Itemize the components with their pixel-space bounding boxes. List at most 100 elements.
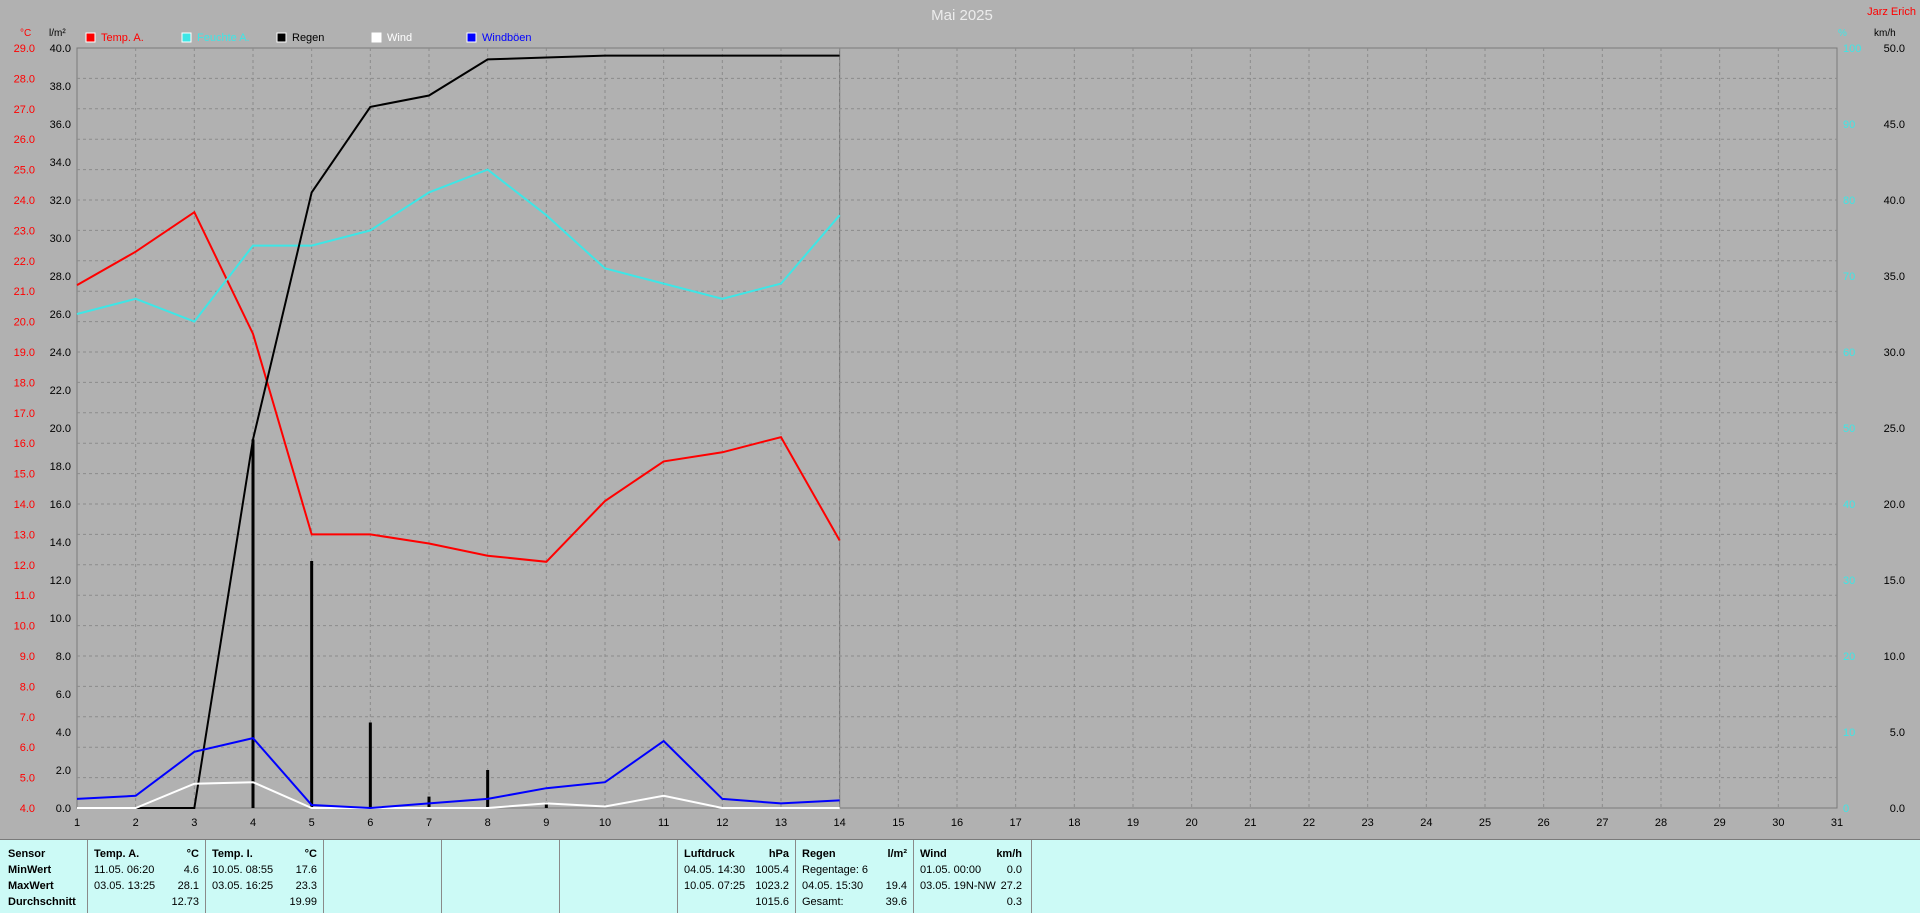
stats-wind-col: Wind km/h 01.05. 00:00 0.0 03.05. 19N-NW…	[914, 840, 1032, 913]
x-tick-label: 9	[543, 817, 549, 829]
x-tick-label: 14	[834, 817, 846, 829]
stats-sensor-col: Sensor MinWert MaxWert Durchschnitt	[0, 840, 88, 913]
legend-label: Temp. A.	[101, 32, 144, 44]
x-tick-label: 20	[1186, 817, 1198, 829]
legend-label: Regen	[292, 32, 324, 44]
temp-tick-label: 29.0	[14, 43, 35, 55]
temp-tick-label: 25.0	[14, 165, 35, 177]
temp-tick-label: 13.0	[14, 529, 35, 541]
wind-header: Wind	[920, 848, 947, 861]
stats-pressure-col: Luftdruck hPa 04.05. 14:30 1005.4 10.05.…	[678, 840, 796, 913]
stats-rain-col: Regen l/m² Regentage: 6 04.05. 15:30 19.…	[796, 840, 914, 913]
rain-max-value: 19.4	[886, 880, 907, 893]
temp-tick-label: 8.0	[20, 681, 35, 693]
wind-unit: km/h	[996, 848, 1022, 861]
temp-tick-label: 22.0	[14, 256, 35, 268]
rain-tick-label: 2.0	[56, 765, 71, 777]
temp-tick-label: 9.0	[20, 651, 35, 663]
temp-tick-label: 10.0	[14, 621, 35, 633]
temp-i-unit: °C	[305, 848, 317, 861]
temp-i-max-value: 23.3	[296, 880, 317, 893]
cyan-tick-label: 100	[1843, 43, 1861, 55]
x-tick-label: 18	[1068, 817, 1080, 829]
cyan-tick-label: 30	[1843, 575, 1855, 587]
right-blank-unit-label: %	[1838, 28, 1847, 39]
x-tick-label: 22	[1303, 817, 1315, 829]
daily-rain-bar	[486, 770, 489, 808]
pressure-min-value: 1005.4	[755, 864, 789, 877]
wind-max-date: 03.05. 19N-NW	[920, 880, 996, 893]
x-tick-label: 16	[951, 817, 963, 829]
x-tick-label: 21	[1244, 817, 1256, 829]
temp-i-min-date: 10.05. 08:55	[212, 864, 273, 877]
temp-unit-label: °C	[20, 28, 31, 39]
rain-tick-label: 16.0	[50, 499, 71, 511]
temp-tick-label: 7.0	[20, 712, 35, 724]
x-tick-label: 28	[1655, 817, 1667, 829]
rain-tick-label: 12.0	[50, 575, 71, 587]
temp-tick-label: 28.0	[14, 73, 35, 85]
rain-unit-label: l/m²	[49, 28, 66, 39]
pressure-avg-value: 1015.6	[755, 896, 789, 909]
daily-rain-bar	[252, 439, 255, 808]
rain-tick-label: 14.0	[50, 537, 71, 549]
stats-empty-col-1	[324, 840, 442, 913]
x-tick-label: 6	[367, 817, 373, 829]
x-tick-label: 4	[250, 817, 256, 829]
x-tick-label: 27	[1596, 817, 1608, 829]
cyan-tick-label: 10	[1843, 727, 1855, 739]
temp-a-unit: °C	[187, 848, 199, 861]
stats-sensor-header: Sensor	[8, 848, 45, 861]
legend: Temp. A.Feuchte A.RegenWindWindböen	[86, 32, 532, 44]
author-label: Jarz Erich	[1867, 6, 1916, 18]
x-tick-label: 23	[1362, 817, 1374, 829]
x-tick-label: 29	[1714, 817, 1726, 829]
temp-tick-label: 20.0	[14, 317, 35, 329]
wind-unit-label: km/h	[1874, 28, 1896, 39]
statistics-panel: Sensor MinWert MaxWert Durchschnitt Temp…	[0, 839, 1920, 913]
wind-tick-label: 10.0	[1884, 651, 1905, 663]
temp-tick-label: 18.0	[14, 377, 35, 389]
rain-tick-label: 28.0	[50, 271, 71, 283]
rain-tick-label: 34.0	[50, 157, 71, 169]
x-tick-label: 1	[74, 817, 80, 829]
rain-header: Regen	[802, 848, 836, 861]
temp-i-header: Temp. I.	[212, 848, 253, 861]
legend-label: Windböen	[482, 32, 532, 44]
pressure-max-date: 10.05. 07:25	[684, 880, 745, 893]
rain-tick-label: 26.0	[50, 309, 71, 321]
temp-tick-label: 17.0	[14, 408, 35, 420]
rain-tick-label: 8.0	[56, 651, 71, 663]
wind-tick-label: 20.0	[1884, 499, 1905, 511]
cyan-tick-label: 40	[1843, 499, 1855, 511]
rain-unit: l/m²	[887, 848, 907, 861]
rain-total-value: 39.6	[886, 896, 907, 909]
legend-swatch	[277, 33, 286, 42]
temp-tick-label: 24.0	[14, 195, 35, 207]
rain-total-label: Gesamt:	[802, 896, 844, 909]
wind-tick-label: 25.0	[1884, 423, 1905, 435]
cyan-tick-label: 20	[1843, 651, 1855, 663]
temp-i-max-date: 03.05. 16:25	[212, 880, 273, 893]
rain-tick-label: 30.0	[50, 233, 71, 245]
x-tick-label: 15	[892, 817, 904, 829]
rain-tick-label: 20.0	[50, 423, 71, 435]
temp-tick-label: 23.0	[14, 225, 35, 237]
wind-tick-label: 40.0	[1884, 195, 1905, 207]
pressure-max-value: 1023.2	[755, 880, 789, 893]
wind-max-value: 27.2	[1001, 880, 1022, 893]
stats-row-avg: Durchschnitt	[8, 896, 76, 909]
rain-tick-label: 0.0	[56, 803, 71, 815]
cyan-tick-label: 0	[1843, 803, 1849, 815]
temp-tick-label: 6.0	[20, 742, 35, 754]
temp-tick-label: 4.0	[20, 803, 35, 815]
stats-temp-a-col: Temp. A. °C 11.05. 06:20 4.6 03.05. 13:2…	[88, 840, 206, 913]
weather-chart: 29.028.027.026.025.024.023.022.021.020.0…	[0, 0, 1920, 840]
rain-tick-label: 10.0	[50, 613, 71, 625]
x-tick-label: 13	[775, 817, 787, 829]
x-tick-label: 26	[1538, 817, 1550, 829]
rain-tick-label: 22.0	[50, 385, 71, 397]
x-tick-label: 8	[485, 817, 491, 829]
temp-a-min-date: 11.05. 06:20	[94, 864, 154, 877]
wind-tick-label: 45.0	[1884, 119, 1905, 131]
